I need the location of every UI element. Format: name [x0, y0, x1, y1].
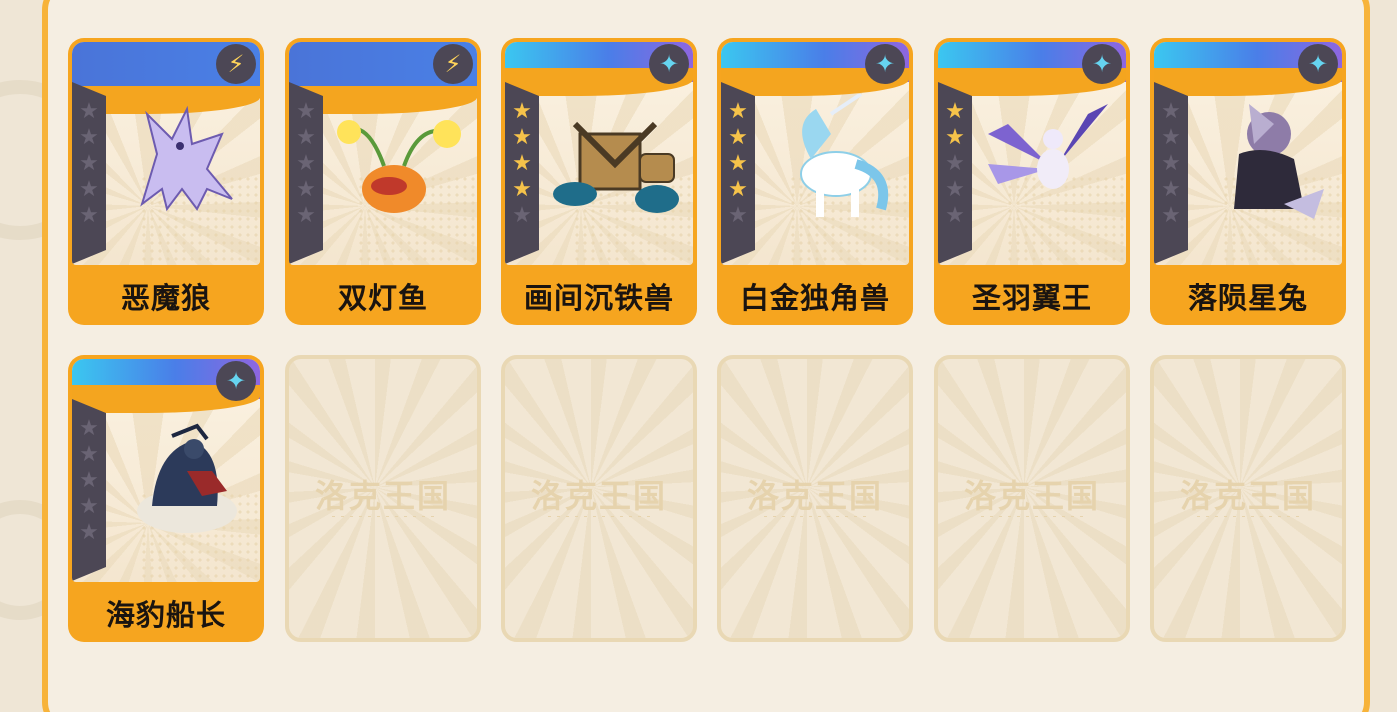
creature-card[interactable]: ★ ★ ★ ★ ★ ✦ 圣羽翼王 [934, 38, 1130, 325]
creature-card[interactable]: ★ ★ ★ ★ ★ ✦ 落陨星兔 [1150, 38, 1346, 325]
card-art: ★ ★ ★ ★ ★ ⚡ [72, 42, 260, 265]
star-icon: ★ [512, 177, 532, 202]
star-icon: ★ [296, 125, 316, 150]
rainbow-star-icon: ✦ [1082, 44, 1122, 84]
creature-name: 恶魔狼 [120, 281, 211, 315]
lightning-star-icon: ⚡ [433, 44, 473, 84]
creature-image [112, 94, 252, 224]
star-icon: ★ [728, 125, 748, 150]
star-icon: ★ [296, 99, 316, 124]
empty-card-slot[interactable]: 洛克王国 [285, 355, 481, 642]
watermark-underline [545, 515, 653, 518]
watermark-underline [329, 515, 437, 518]
star-rating: ★ ★ ★ ★ ★ [505, 82, 539, 264]
star-icon: ★ [512, 125, 532, 150]
star-icon: ★ [728, 177, 748, 202]
creature-name: 双灯鱼 [337, 281, 428, 315]
empty-card-slot[interactable]: 洛克王国 [1150, 355, 1346, 642]
star-icon: ★ [945, 151, 965, 176]
star-icon: ★ [79, 151, 99, 176]
star-icon: ★ [728, 99, 748, 124]
star-icon: ★ [512, 99, 532, 124]
watermark-underline [761, 515, 869, 518]
star-icon: ★ [945, 203, 965, 228]
creature-name: 画间沉铁兽 [523, 281, 674, 315]
star-icon: ★ [1161, 125, 1181, 150]
creature-card[interactable]: ★ ★ ★ ★ ★ ✦ 白金独角兽 [717, 38, 913, 325]
creature-card[interactable]: ★ ★ ★ ★ ★ ✦ 海豹船长 [68, 355, 264, 642]
star-rating: ★ ★ ★ ★ ★ [1154, 82, 1188, 264]
star-icon: ★ [79, 520, 99, 545]
watermark-logo: 洛克王国 [963, 477, 1100, 515]
rainbow-star-icon: ✦ [216, 361, 256, 401]
creature-card[interactable]: ★ ★ ★ ★ ★ ✦ 画间沉铁兽 [501, 38, 697, 325]
star-rating: ★ ★ ★ ★ ★ [72, 399, 106, 581]
card-art: ★ ★ ★ ★ ★ ✦ [72, 359, 260, 582]
watermark-logo: 洛克王国 [1179, 477, 1316, 515]
creature-card[interactable]: ★ ★ ★ ★ ★ ⚡ 双灯鱼 [285, 38, 481, 325]
star-icon: ★ [512, 151, 532, 176]
card-art: ★ ★ ★ ★ ★ ✦ [505, 42, 693, 265]
creature-image [329, 94, 469, 224]
creature-image [112, 411, 252, 541]
star-icon: ★ [79, 99, 99, 124]
card-art: ★ ★ ★ ★ ★ ✦ [938, 42, 1126, 265]
creature-name: 海豹船长 [105, 598, 226, 632]
lightning-star-icon: ⚡ [216, 44, 256, 84]
star-rating: ★ ★ ★ ★ ★ [289, 82, 323, 264]
creature-name: 圣羽翼王 [971, 281, 1092, 315]
star-icon: ★ [1161, 177, 1181, 202]
star-icon: ★ [945, 125, 965, 150]
star-icon: ★ [945, 177, 965, 202]
star-icon: ★ [512, 203, 532, 228]
watermark-underline [1194, 515, 1302, 518]
creature-image [761, 92, 901, 224]
star-icon: ★ [79, 177, 99, 202]
card-art: ★ ★ ★ ★ ★ ✦ [721, 42, 909, 265]
card-art: ★ ★ ★ ★ ★ ⚡ [289, 42, 477, 265]
star-icon: ★ [1161, 99, 1181, 124]
empty-card-slot[interactable]: 洛克王国 [717, 355, 913, 642]
star-rating: ★ ★ ★ ★ ★ [72, 82, 106, 264]
watermark-underline [978, 515, 1086, 518]
creature-name: 白金独角兽 [739, 281, 890, 315]
rainbow-star-icon: ✦ [1298, 44, 1338, 84]
star-icon: ★ [296, 203, 316, 228]
empty-card-slot[interactable]: 洛克王国 [934, 355, 1130, 642]
star-icon: ★ [79, 203, 99, 228]
creature-card[interactable]: ★ ★ ★ ★ ★ ⚡ 恶魔狼 [68, 38, 264, 325]
star-icon: ★ [79, 494, 99, 519]
creature-image [978, 94, 1118, 224]
star-rating: ★ ★ ★ ★ ★ [938, 82, 972, 264]
star-icon: ★ [1161, 151, 1181, 176]
star-icon: ★ [79, 442, 99, 467]
star-icon: ★ [79, 125, 99, 150]
empty-card-slot[interactable]: 洛克王国 [501, 355, 697, 642]
star-icon: ★ [296, 151, 316, 176]
watermark-logo: 洛克王国 [314, 477, 451, 515]
star-icon: ★ [728, 151, 748, 176]
rainbow-star-icon: ✦ [649, 44, 689, 84]
card-art: ★ ★ ★ ★ ★ ✦ [1154, 42, 1342, 265]
watermark-logo: 洛克王国 [530, 477, 667, 515]
star-icon: ★ [79, 468, 99, 493]
star-rating: ★ ★ ★ ★ ★ [721, 82, 755, 264]
rainbow-star-icon: ✦ [865, 44, 905, 84]
star-icon: ★ [945, 99, 965, 124]
star-icon: ★ [296, 177, 316, 202]
creature-name: 落陨星兔 [1187, 281, 1308, 315]
star-icon: ★ [728, 203, 748, 228]
star-icon: ★ [1161, 203, 1181, 228]
creature-image [545, 94, 685, 224]
creature-image [1194, 94, 1334, 224]
watermark-logo: 洛克王国 [746, 477, 883, 515]
star-icon: ★ [79, 416, 99, 441]
